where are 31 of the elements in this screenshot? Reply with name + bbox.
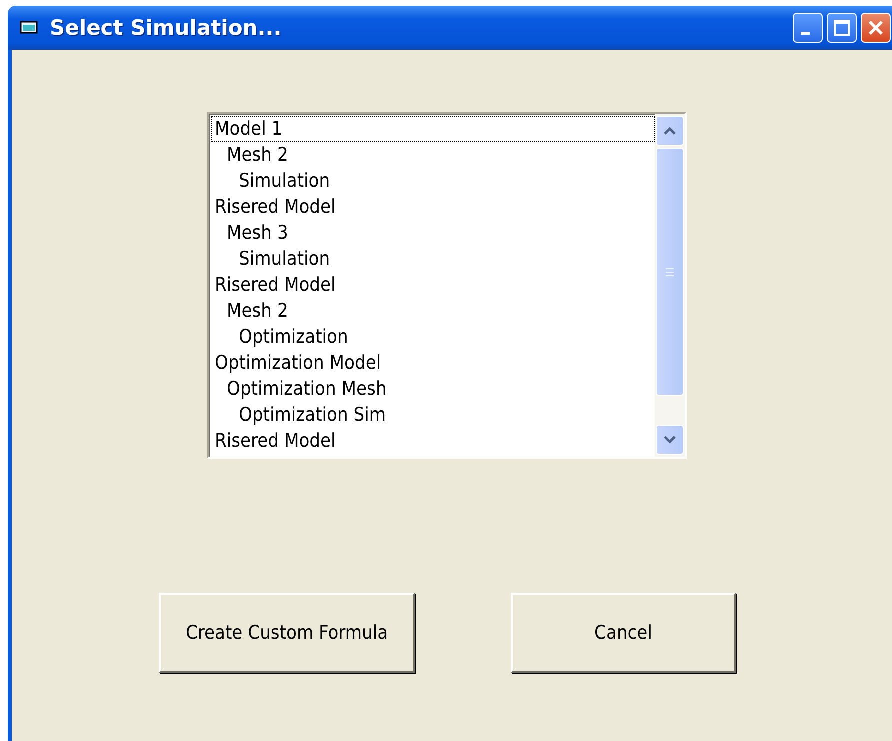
list-item[interactable]: Optimization Mesh: [211, 376, 655, 402]
scroll-thumb[interactable]: [656, 148, 684, 396]
grip-icon: [665, 268, 675, 276]
window-title: Select Simulation...: [50, 16, 282, 40]
dialog-button[interactable]: Create Custom Formula: [159, 593, 415, 673]
scroll-up-button[interactable]: [656, 116, 684, 146]
dialog-button[interactable]: Cancel: [511, 593, 736, 673]
list-item[interactable]: Mesh 2: [211, 142, 655, 168]
maximize-button[interactable]: [827, 13, 857, 43]
list-item[interactable]: Mesh 2: [211, 298, 655, 324]
list-item[interactable]: Simulation: [211, 246, 655, 272]
list-item[interactable]: Risered Model: [211, 428, 655, 454]
list-item[interactable]: Risered Model: [211, 272, 655, 298]
scroll-down-button[interactable]: [656, 425, 684, 455]
maximize-icon: [833, 19, 851, 37]
close-icon: [867, 19, 885, 37]
list-item[interactable]: Optimization Sim: [211, 402, 655, 428]
list-item[interactable]: Risered Model: [211, 194, 655, 220]
close-button[interactable]: [861, 13, 891, 43]
minimize-icon: [800, 32, 810, 34]
scrollbar[interactable]: [655, 114, 685, 457]
chevron-up-icon: [664, 127, 676, 135]
list-item[interactable]: Optimization: [211, 324, 655, 350]
chevron-down-icon: [664, 436, 676, 444]
window-icon: [20, 20, 40, 36]
list-item[interactable]: Optimization Model: [211, 350, 655, 376]
list-box[interactable]: Model 1 Mesh 2 Simulation Risered Model Mesh 3 Simulation Risered Model Mesh 2 Optimization Optimization Model Optimization Mesh Optimization Sim Risered Model: [207, 112, 687, 459]
list-item[interactable]: Simulation: [211, 168, 655, 194]
minimize-button[interactable]: [793, 13, 823, 43]
list-item[interactable]: Mesh 3: [211, 220, 655, 246]
list-item[interactable]: Model 1: [211, 116, 655, 142]
